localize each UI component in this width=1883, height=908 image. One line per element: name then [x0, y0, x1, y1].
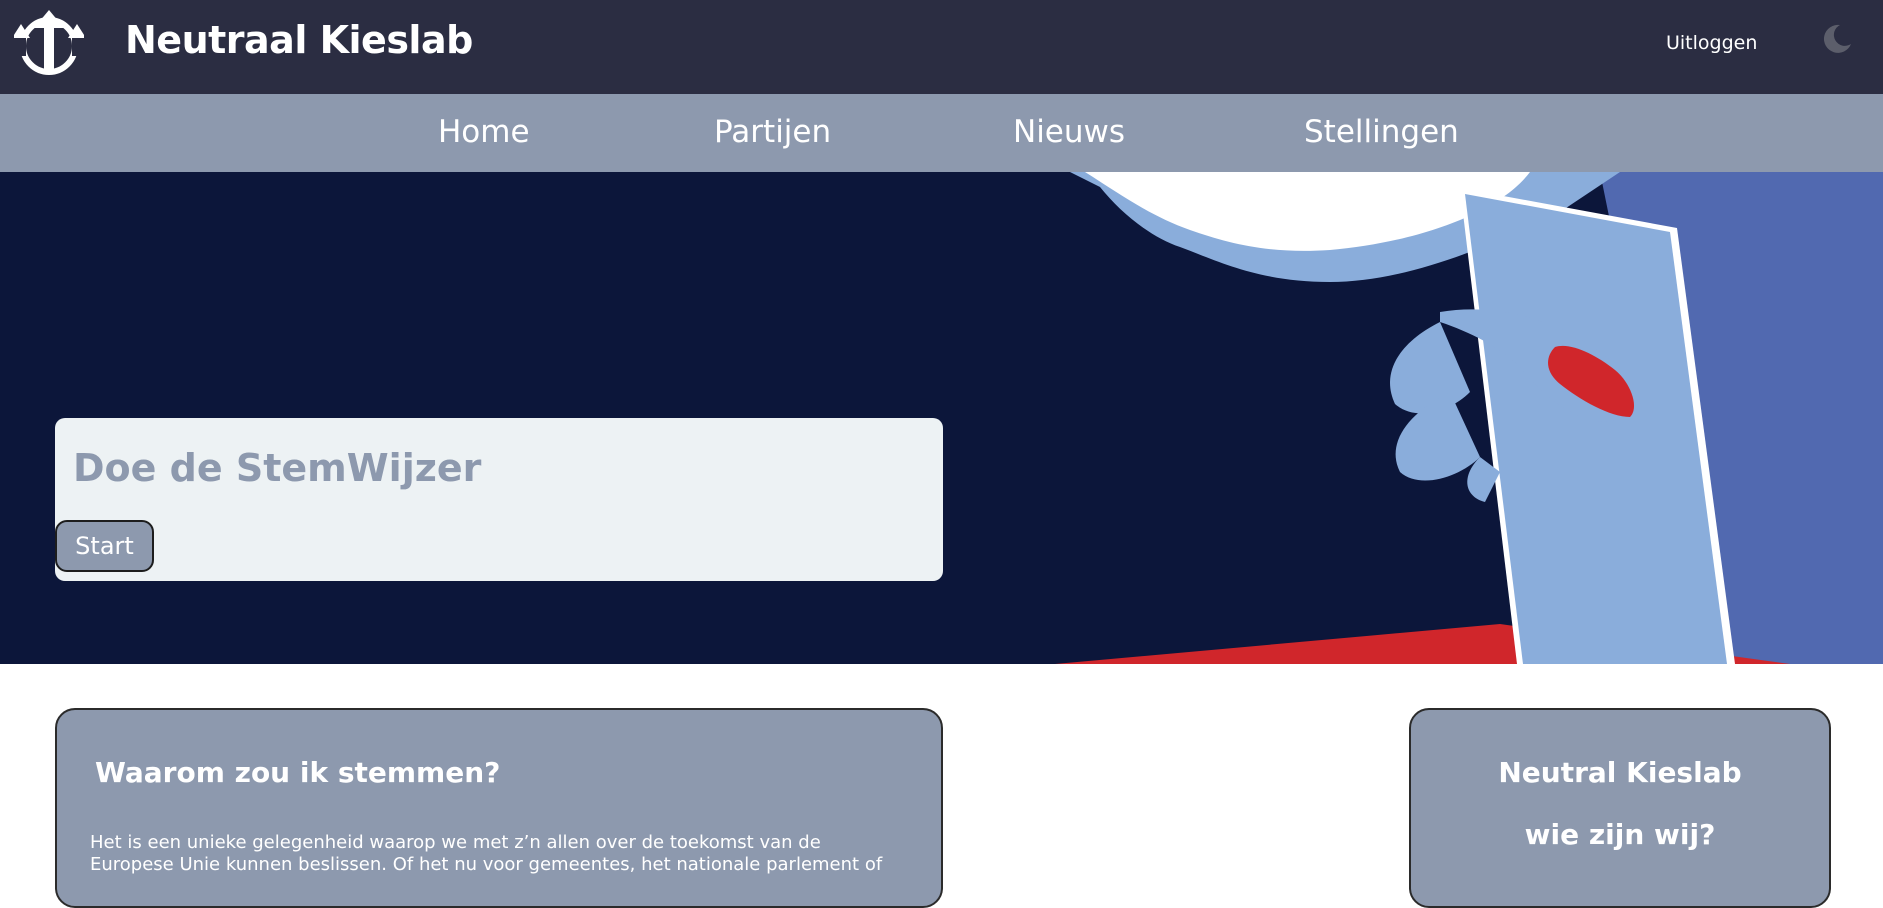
why-vote-card: Waarom zou ik stemmen? Het is een unieke… — [55, 708, 943, 908]
hero-banner: Doe de StemWijzer Start — [0, 172, 1883, 664]
about-us-card: Neutral Kieslab wie zijn wij? — [1409, 708, 1831, 908]
stemwijzer-title: Doe de StemWijzer — [73, 446, 482, 490]
start-button[interactable]: Start — [55, 520, 154, 572]
moon-icon[interactable] — [1820, 22, 1854, 56]
nav-item-nieuws[interactable]: Nieuws — [1013, 114, 1125, 150]
nav-item-stellingen[interactable]: Stellingen — [1304, 114, 1459, 150]
stemwijzer-card: Doe de StemWijzer Start — [55, 418, 943, 581]
top-header: Neutraal Kieslab Uitloggen — [0, 0, 1883, 94]
logout-link[interactable]: Uitloggen — [1666, 32, 1757, 54]
why-vote-title: Waarom zou ik stemmen? — [95, 756, 501, 789]
about-us-subtitle: wie zijn wij? — [1524, 818, 1716, 851]
about-us-title: Neutral Kieslab — [1498, 756, 1742, 789]
brand-title[interactable]: Neutraal Kieslab — [125, 18, 473, 62]
why-vote-text: Het is een unieke gelegenheid waarop we … — [90, 832, 883, 875]
nav-item-partijen[interactable]: Partijen — [714, 114, 831, 150]
main-navigation: Home Partijen Nieuws Stellingen — [0, 94, 1883, 172]
arrows-up-anchor-icon[interactable] — [14, 10, 84, 76]
nav-item-home[interactable]: Home — [438, 114, 530, 150]
